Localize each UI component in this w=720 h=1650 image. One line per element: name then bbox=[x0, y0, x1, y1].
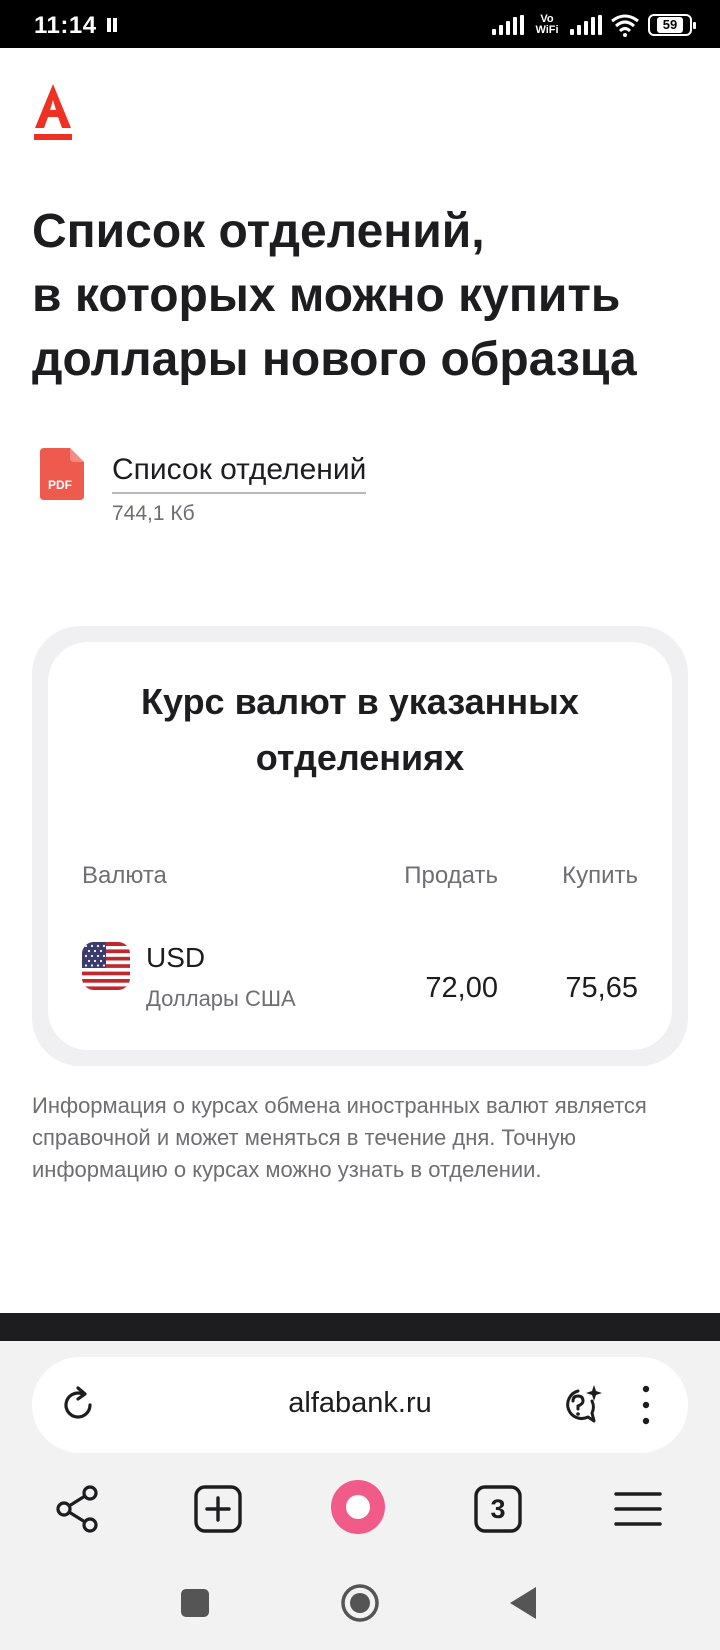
file-name[interactable]: Список отделений bbox=[112, 452, 367, 494]
page-title-line-2: в которых можно купить bbox=[32, 269, 621, 322]
rates-disclaimer: Информация о курсах обмена иностранных в… bbox=[32, 1093, 647, 1182]
status-time: 11:14 bbox=[34, 12, 97, 39]
recent-apps-icon[interactable] bbox=[173, 1581, 217, 1625]
status-bar: 11:14 Vo WiFi 59 bbox=[0, 0, 720, 48]
rates-card: Курс валют в указанных отделениях Валюта… bbox=[48, 642, 672, 1050]
page-footer-strip bbox=[0, 1313, 720, 1341]
page-title: Список отделений, в которых можно купить… bbox=[32, 200, 692, 392]
sell-rate: 72,00 bbox=[425, 972, 498, 1004]
branch-list-file-link[interactable]: PDF Список отделений 744,1 Кб bbox=[40, 448, 540, 538]
tabs-button[interactable]: 3 bbox=[470, 1481, 526, 1537]
new-tab-icon[interactable] bbox=[190, 1481, 246, 1537]
column-header-currency: Валюта bbox=[82, 862, 167, 889]
battery-icon: 59 bbox=[648, 14, 696, 36]
share-icon[interactable] bbox=[50, 1481, 106, 1537]
page-title-line-1: Список отделений, bbox=[32, 205, 485, 258]
file-size: 744,1 Кб bbox=[112, 502, 195, 525]
browser-toolbar: 3 bbox=[0, 1480, 720, 1561]
system-nav-bar bbox=[0, 1581, 720, 1650]
signal-icon bbox=[492, 15, 524, 35]
web-page: Список отделений, в которых можно купить… bbox=[0, 48, 720, 1313]
wifi-icon bbox=[611, 14, 639, 37]
battery-level: 59 bbox=[656, 17, 684, 33]
signal-2-icon bbox=[570, 15, 602, 35]
more-vertical-icon[interactable] bbox=[636, 1383, 656, 1427]
currency-name: Доллары США bbox=[146, 986, 296, 1011]
alice-assistant-icon[interactable] bbox=[328, 1477, 388, 1537]
browser-chrome: alfabank.ru 3 bbox=[0, 1341, 720, 1650]
address-bar[interactable]: alfabank.ru bbox=[32, 1357, 688, 1453]
tabs-count: 3 bbox=[490, 1494, 506, 1524]
us-flag-icon bbox=[82, 942, 130, 990]
sim-icon bbox=[107, 18, 117, 32]
pdf-file-icon: PDF bbox=[40, 448, 84, 500]
ai-assistant-icon[interactable] bbox=[558, 1383, 602, 1427]
home-icon[interactable] bbox=[338, 1581, 382, 1625]
vowifi-label: Vo WiFi bbox=[535, 13, 559, 36]
back-icon[interactable] bbox=[502, 1581, 546, 1625]
rates-title-line-2: отделениях bbox=[255, 737, 465, 778]
logo-a-icon[interactable] bbox=[32, 82, 74, 142]
buy-rate: 75,65 bbox=[565, 972, 638, 1004]
pdf-icon-label: PDF bbox=[48, 478, 72, 492]
column-header-buy: Купить bbox=[562, 862, 638, 889]
rates-title: Курс валют в указанных отделениях bbox=[48, 674, 672, 786]
status-icons: Vo WiFi 59 bbox=[492, 10, 696, 40]
rates-title-line-1: Курс валют в указанных bbox=[141, 681, 579, 722]
currency-code: USD bbox=[146, 942, 206, 973]
column-header-sell: Продать bbox=[404, 862, 498, 889]
menu-icon[interactable] bbox=[610, 1481, 666, 1537]
page-title-line-3: доллары нового образца bbox=[32, 333, 637, 386]
rates-section: Курс валют в указанных отделениях Валюта… bbox=[32, 626, 688, 1066]
